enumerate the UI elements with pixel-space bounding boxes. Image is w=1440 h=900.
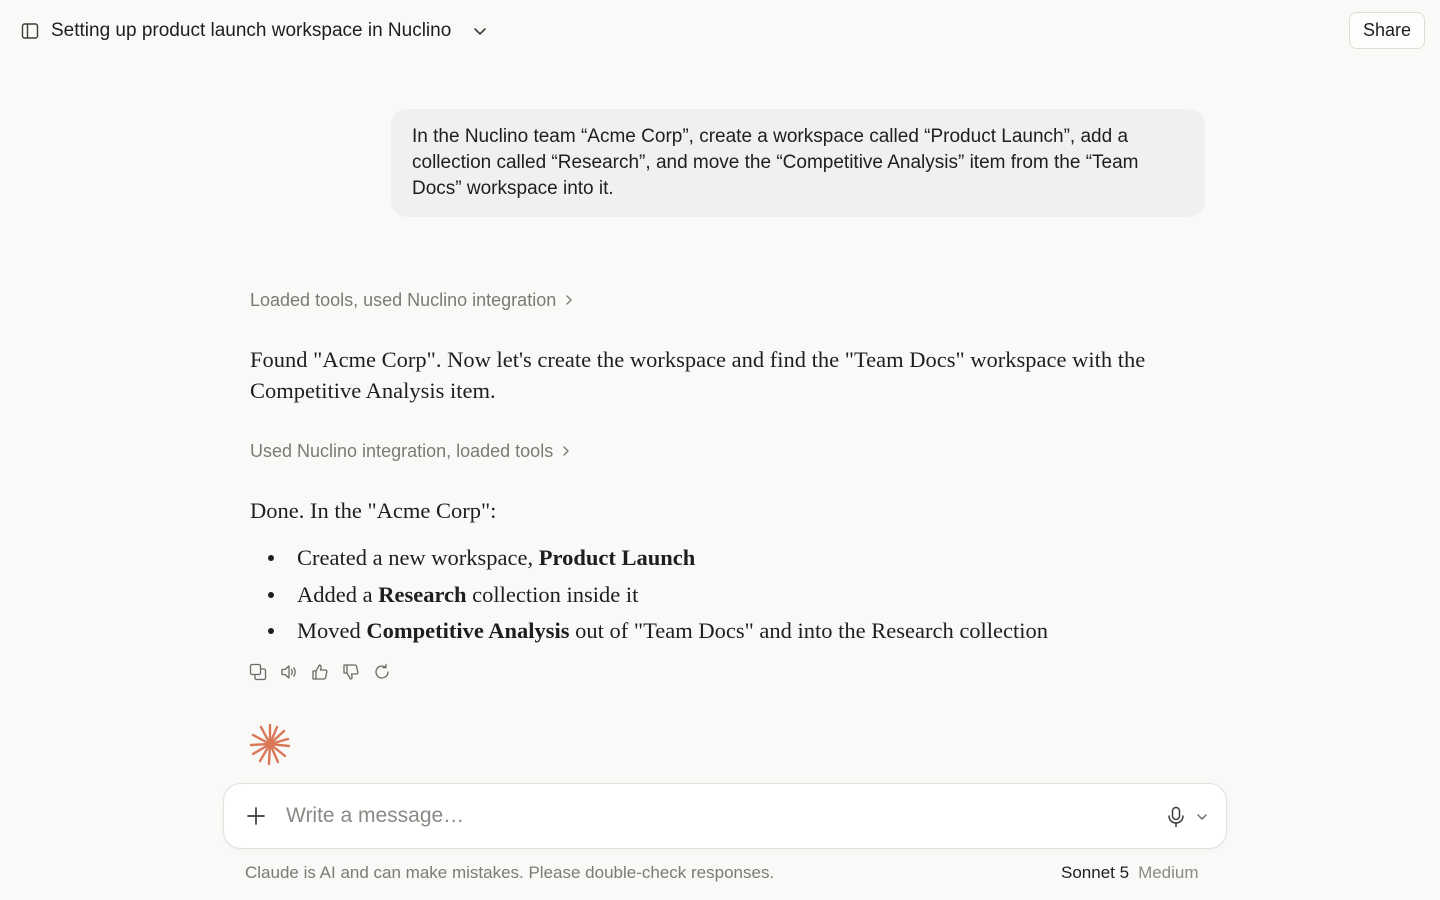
chat-title[interactable]: Setting up product launch workspace in N… <box>51 18 451 44</box>
user-message: In the Nuclino team “Acme Corp”, create … <box>391 109 1205 217</box>
assistant-paragraph: Found "Acme Corp". Now let's create the … <box>250 347 1146 403</box>
sidebar-toggle-icon[interactable] <box>20 21 40 41</box>
message-actions <box>248 662 392 682</box>
assistant-paragraph: Done. In the "Acme Corp": <box>250 498 497 523</box>
message-composer <box>223 783 1227 849</box>
tool-usage-label: Loaded tools, used Nuclino integration <box>250 289 557 310</box>
model-selector[interactable]: Sonnet 5 Medium <box>1061 862 1199 884</box>
chevron-down-icon[interactable] <box>1195 810 1209 824</box>
plus-icon[interactable] <box>244 804 268 828</box>
retry-icon[interactable] <box>372 662 392 682</box>
chevron-right-icon <box>564 294 576 306</box>
speaker-icon[interactable] <box>279 662 299 682</box>
list-item: Created a new workspace, Product Launch <box>250 542 1200 579</box>
microphone-icon[interactable] <box>1164 805 1188 829</box>
claude-spark-icon <box>248 722 292 766</box>
tool-usage-toggle[interactable]: Used Nuclino integration, loaded tools <box>250 439 573 463</box>
tool-usage-label: Used Nuclino integration, loaded tools <box>250 440 554 461</box>
thumbs-down-icon[interactable] <box>341 662 361 682</box>
model-effort: Medium <box>1138 863 1199 882</box>
model-name: Sonnet 5 <box>1061 863 1130 882</box>
result-list: Created a new workspace, Product Launch … <box>250 542 1200 652</box>
copy-icon[interactable] <box>248 662 268 682</box>
list-item: Added a Research collection inside it <box>250 579 1200 616</box>
message-input[interactable] <box>286 801 1146 831</box>
top-bar: Setting up product launch workspace in N… <box>0 0 1440 62</box>
share-button[interactable]: Share <box>1349 12 1425 49</box>
tool-usage-toggle[interactable]: Loaded tools, used Nuclino integration <box>250 288 576 312</box>
app-window: Setting up product launch workspace in N… <box>0 0 1440 900</box>
chevron-down-icon[interactable] <box>470 21 490 41</box>
chevron-right-icon <box>561 445 573 457</box>
thumbs-up-icon[interactable] <box>310 662 330 682</box>
list-item: Moved Competitive Analysis out of "Team … <box>250 615 1200 652</box>
disclaimer-text: Claude is AI and can make mistakes. Plea… <box>245 863 775 882</box>
